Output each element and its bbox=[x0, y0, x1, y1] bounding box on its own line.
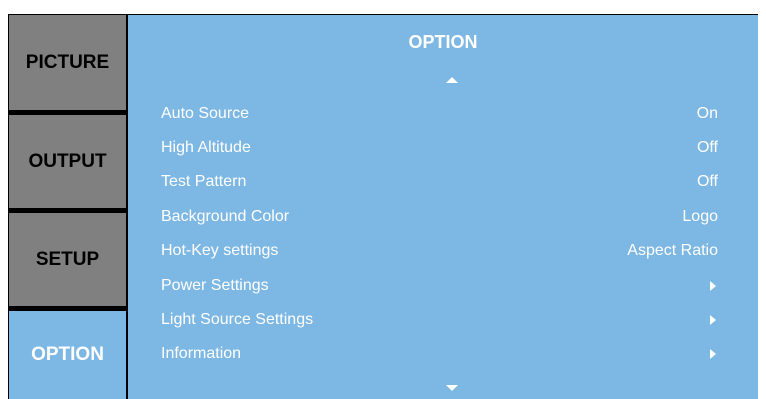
option-panel: OPTION Auto Source On High Altitude Off … bbox=[128, 15, 758, 399]
tab-option[interactable]: OPTION bbox=[9, 311, 126, 399]
menu-item-value: On bbox=[696, 105, 718, 122]
menu-item-value: Logo bbox=[682, 208, 718, 225]
menu-item-label: Information bbox=[161, 345, 242, 362]
tab-output[interactable]: OUTPUT bbox=[9, 115, 126, 208]
menu-item-value: Off bbox=[696, 173, 718, 190]
submenu-arrow-icon bbox=[710, 281, 716, 291]
menu-item-label: Light Source Settings bbox=[161, 311, 314, 328]
submenu-arrow-icon bbox=[710, 349, 716, 359]
menu-item-label: Auto Source bbox=[161, 105, 250, 122]
menu-item-light-source-settings[interactable]: Light Source Settings bbox=[161, 307, 718, 333]
menu-item-label: Test Pattern bbox=[161, 173, 247, 190]
osd-menu-frame: PICTURE OUTPUT SETUP OPTION OPTION Auto … bbox=[8, 14, 758, 399]
menu-tabs: PICTURE OUTPUT SETUP OPTION bbox=[9, 15, 126, 399]
menu-item-high-altitude[interactable]: High Altitude Off bbox=[161, 135, 718, 161]
menu-item-label: Power Settings bbox=[161, 277, 269, 294]
menu-item-label: Hot-Key settings bbox=[161, 242, 279, 259]
menu-item-value: Off bbox=[696, 139, 718, 156]
scroll-up-icon[interactable] bbox=[446, 77, 458, 83]
panel-title: OPTION bbox=[408, 32, 478, 52]
menu-item-power-settings[interactable]: Power Settings bbox=[161, 273, 718, 299]
tab-setup[interactable]: SETUP bbox=[9, 213, 126, 306]
menu-item-hot-key-settings[interactable]: Hot-Key settings Aspect Ratio bbox=[161, 238, 718, 264]
submenu-arrow-icon bbox=[710, 315, 716, 325]
menu-item-auto-source[interactable]: Auto Source On bbox=[161, 101, 718, 127]
menu-item-test-pattern[interactable]: Test Pattern Off bbox=[161, 169, 718, 195]
menu-item-label: High Altitude bbox=[161, 139, 251, 156]
menu-item-information[interactable]: Information bbox=[161, 341, 718, 367]
scroll-down-icon[interactable] bbox=[446, 385, 458, 391]
tab-picture[interactable]: PICTURE bbox=[9, 15, 126, 110]
menu-item-background-color[interactable]: Background Color Logo bbox=[161, 204, 718, 230]
menu-item-value: Aspect Ratio bbox=[627, 242, 718, 259]
menu-item-label: Background Color bbox=[161, 208, 290, 225]
